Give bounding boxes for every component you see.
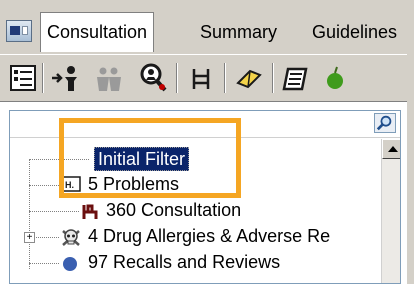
scroll-up-button[interactable] — [382, 139, 400, 159]
apple-icon[interactable] — [322, 61, 356, 95]
notebook-icon[interactable] — [280, 61, 314, 95]
tree-node-initial-filter[interactable]: Initial Filter — [10, 147, 380, 171]
tree-node-label: 4 Drug Allergies & Adverse Re — [88, 226, 331, 246]
tab-strip: Consultation Summary Guidelines — [0, 0, 414, 54]
ladder-icon[interactable] — [184, 61, 218, 95]
person-arrow-icon[interactable] — [50, 61, 84, 95]
eraser-icon[interactable] — [232, 61, 266, 95]
tree-node-problems[interactable]: H. 5 Problems — [10, 173, 380, 197]
app-window: Consultation Summary Guidelines Initial … — [0, 0, 414, 284]
tree-node-label: Initial Filter — [94, 147, 190, 171]
tab-consultation[interactable]: Consultation — [40, 12, 155, 52]
tree-scrollbar[interactable] — [381, 139, 400, 283]
clipboard-list-icon[interactable] — [6, 61, 40, 95]
problems-icon: H. — [61, 176, 81, 192]
window-edge — [407, 0, 414, 284]
svg-text:H.: H. — [65, 180, 74, 190]
people-group-icon[interactable] — [92, 61, 126, 95]
tree-node-label: 360 Consultation — [106, 200, 242, 220]
tree-node-label: 97 Recalls and Reviews — [88, 252, 281, 272]
tree-node-recalls[interactable]: 97 Recalls and Reviews — [10, 251, 380, 275]
skull-crossbones-icon — [60, 226, 82, 248]
toolbar — [0, 54, 414, 102]
tree-node-label: 5 Problems — [88, 174, 180, 194]
tab-guidelines[interactable]: Guidelines — [312, 12, 397, 52]
tree-search-bar — [10, 111, 400, 135]
tree-node-drug-allergies[interactable]: + 4 Drug Allergies & Adverse Re — [10, 225, 380, 249]
window-icon — [6, 20, 32, 42]
expand-icon[interactable]: + — [24, 232, 35, 243]
recall-icon — [60, 254, 80, 274]
tree-panel: Initial Filter H. 5 Problems 360 Consult… — [9, 110, 401, 284]
magnifier-person-icon[interactable] — [136, 61, 170, 95]
search-icon[interactable] — [374, 113, 396, 133]
tree-node-consultation[interactable]: 360 Consultation — [10, 199, 380, 223]
tab-summary[interactable]: Summary — [200, 12, 277, 52]
consultation-chair-icon — [80, 201, 100, 221]
